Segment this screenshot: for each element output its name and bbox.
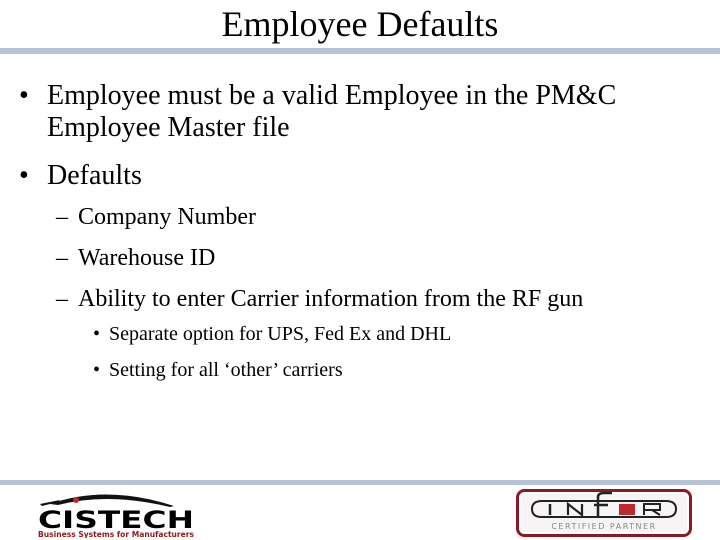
sub-sub-bullet-item: • Separate option for UPS, Fed Ex and DH… [93, 322, 709, 346]
sub-bullet-item: – Company Number [56, 203, 708, 231]
sub-bullet-text: Ability to enter Carrier information fro… [78, 286, 584, 312]
sub-sub-bullet-item: • Setting for all ‘other’ carriers [93, 358, 709, 382]
bullet-text-line: Employee Master file [47, 112, 290, 143]
sub-bullet-item: – Ability to enter Carrier information f… [56, 285, 708, 313]
bullet-marker: • [93, 323, 101, 345]
bullet-marker: • [19, 80, 29, 111]
logo-dot-icon [73, 497, 79, 503]
slide-title: Employee Defaults [221, 4, 499, 44]
title-divider [0, 48, 720, 54]
cistech-tagline: Business Systems for Manufacturers [38, 530, 195, 538]
infor-caption: CERTIFIED PARTNER [551, 522, 656, 531]
bullet-item: • Defaults [19, 160, 707, 192]
sub-bullet-text: Warehouse ID [78, 245, 216, 271]
sub-bullet-text: Company Number [78, 204, 256, 230]
bullet-text-line: Employee must be a valid Employee in the… [47, 80, 617, 111]
dash-marker: – [56, 204, 68, 230]
bullet-marker: • [19, 160, 29, 191]
sub-sub-bullet-text: Separate option for UPS, Fed Ex and DHL [109, 323, 452, 345]
bullet-item: • Employee must be a valid Employee in t… [19, 80, 707, 112]
sub-sub-bullet-text: Setting for all ‘other’ carriers [109, 359, 343, 381]
bullet-text: Defaults [47, 160, 142, 191]
dash-marker: – [56, 245, 68, 271]
cistech-logo: CISTECH Business Systems for Manufacture… [38, 494, 195, 538]
sub-bullet-item: – Warehouse ID [56, 244, 708, 272]
footer-divider [0, 480, 720, 485]
infor-letter-o-icon [619, 504, 635, 515]
infor-certified-partner-logo: CERTIFIED PARTNER [516, 489, 692, 537]
bullet-marker: • [93, 359, 101, 381]
dash-marker: – [56, 286, 68, 312]
bullet-item-continuation: Employee Master file [47, 112, 707, 144]
